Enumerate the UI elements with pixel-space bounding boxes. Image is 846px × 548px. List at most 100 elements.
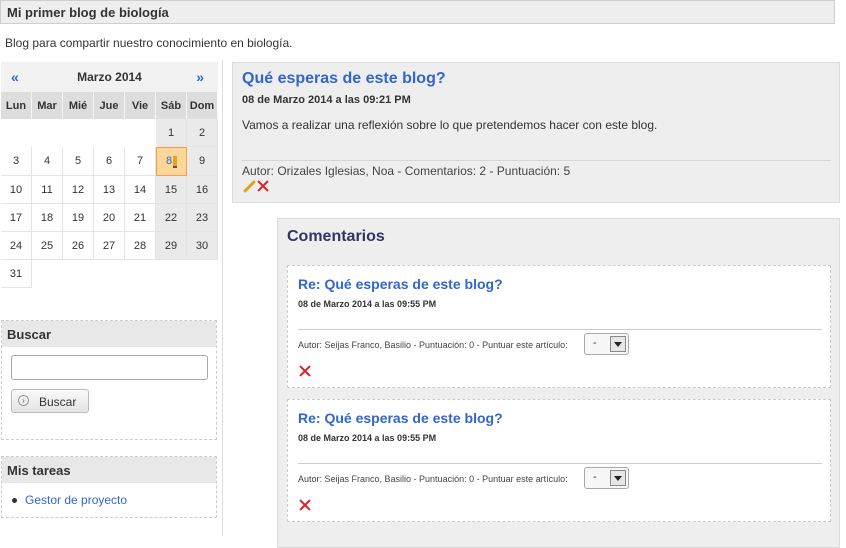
calendar-day[interactable]: 11 [32,176,63,204]
calendar-day[interactable]: 14 [125,176,156,204]
post-divider [242,160,831,161]
blog-title: Mi primer blog de biología [7,5,169,20]
post-title-link[interactable]: Qué esperas de este blog? [242,70,446,88]
comments-section: Comentarios Re: Qué esperas de este blog… [277,218,840,548]
tasks-box-title: Mis tareas [2,457,216,483]
delete-x-icon[interactable] [256,179,270,193]
calendar-day[interactable]: 12 [63,176,94,204]
calendar-day[interactable]: 18 [32,204,63,232]
comment-meta: Autor: Seijas Franco, Basilio - Puntuaci… [298,340,568,350]
calendar-month: Marzo 2014 [77,70,142,84]
calendar-empty-cell [63,260,94,288]
weekday-mon: Lun [1,92,32,119]
post-meta: Autor: Orizales Iglesias, Noa - Comentar… [242,164,571,178]
calendar-day[interactable]: 24 [1,232,32,260]
calendar-empty-cell [32,260,63,288]
search-box: Buscar › Buscar [1,320,217,440]
dropdown-arrow-icon [610,470,626,486]
comment-item: Re: Qué esperas de este blog? 08 de Marz… [287,265,831,388]
calendar-empty-cell [94,119,125,147]
calendar-day[interactable]: 16 [187,176,218,204]
calendar-next-button[interactable]: » [196,69,204,85]
calendar-day[interactable]: 31 [1,260,32,288]
search-input[interactable] [11,355,208,380]
edit-pencil-icon[interactable] [242,179,256,193]
calendar-header: « Marzo 2014 » [1,62,218,92]
weekday-wed: Mié [63,92,94,119]
rating-select[interactable]: - [584,333,629,355]
post-actions [242,179,270,196]
search-box-title: Buscar [2,321,216,347]
comment-title-link[interactable]: Re: Qué esperas de este blog? [298,276,503,292]
calendar-day[interactable]: 27 [94,232,125,260]
dropdown-arrow-icon [610,336,626,352]
calendar-day[interactable]: 22 [156,204,187,232]
rating-select[interactable]: - [584,467,629,489]
calendar-day[interactable]: 5 [63,147,94,176]
calendar-day[interactable]: 21 [125,204,156,232]
weekday-sat: Sáb [156,92,187,119]
comment-delete-action [298,498,312,515]
calendar-empty-cell [94,260,125,288]
post-body: Vamos a realizar una reflexión sobre lo … [242,118,658,132]
search-button[interactable]: › Buscar [11,389,89,413]
calendar-day[interactable]: 23 [187,204,218,232]
calendar-empty-cell [32,119,63,147]
rating-select-value: - [593,471,597,483]
calendar-day[interactable]: 6 [94,147,125,176]
calendar-day[interactable]: 10 [1,176,32,204]
calendar-day[interactable]: 4 [32,147,63,176]
weekday-thu: Jue [94,92,125,119]
calendar-empty-cell [1,119,32,147]
weekday-tue: Mar [32,92,63,119]
calendar-empty-cell [63,119,94,147]
calendar-day[interactable]: 19 [63,204,94,232]
comment-meta: Autor: Seijas Franco, Basilio - Puntuaci… [298,474,568,484]
task-link[interactable]: Gestor de proyecto [25,493,127,507]
comments-title: Comentarios [287,228,385,245]
calendar-empty-cell [125,260,156,288]
calendar-empty-cell [187,260,218,288]
weekday-fri: Vie [125,92,156,119]
calendar-day[interactable]: 30 [187,232,218,260]
calendar-day[interactable]: 9 [187,147,218,176]
calendar-day[interactable]: 25 [32,232,63,260]
comment-delete-action [298,364,312,381]
calendar-day[interactable]: 2 [187,119,218,147]
blog-title-bar: Mi primer blog de biología [0,0,835,24]
calendar-day[interactable]: 28 [125,232,156,260]
calendar-empty-cell [156,260,187,288]
weekday-sun: Dom [187,92,218,119]
comment-item: Re: Qué esperas de este blog? 08 de Marz… [287,399,831,522]
calendar-grid: Lun Mar Mié Jue Vie Sáb Dom 1 2 3 4 5 6 … [1,92,218,288]
calendar-day[interactable]: 20 [94,204,125,232]
calendar: « Marzo 2014 » Lun Mar Mié Jue Vie Sáb D… [1,62,218,288]
comment-date: 08 de Marzo 2014 a las 09:55 PM [298,299,437,309]
comment-date: 08 de Marzo 2014 a las 09:55 PM [298,433,437,443]
rating-select-value: - [593,337,597,349]
sidebar-divider [222,60,223,536]
tasks-box: Mis tareas Gestor de proyecto [1,456,217,518]
calendar-day[interactable]: 13 [94,176,125,204]
calendar-day[interactable]: 26 [63,232,94,260]
pencil-icon [173,155,178,168]
delete-x-icon[interactable] [298,364,312,378]
comment-title-link[interactable]: Re: Qué esperas de este blog? [298,410,503,426]
blog-post: Qué esperas de este blog? 08 de Marzo 20… [232,62,840,203]
comment-divider [298,329,822,330]
calendar-day[interactable]: 7 [125,147,156,176]
calendar-day[interactable]: 1 [156,119,187,147]
post-date: 08 de Marzo 2014 a las 09:21 PM [242,94,411,106]
search-button-label: Buscar [39,395,77,409]
bullet-icon [12,498,17,504]
calendar-day-today[interactable]: 8 [156,147,187,176]
chevron-right-icon: › [18,395,29,406]
calendar-day[interactable]: 17 [1,204,32,232]
delete-x-icon[interactable] [298,498,312,512]
today-day-number: 8 [165,155,173,168]
calendar-day[interactable]: 29 [156,232,187,260]
calendar-empty-cell [125,119,156,147]
calendar-day[interactable]: 3 [1,147,32,176]
calendar-day[interactable]: 15 [156,176,187,204]
task-list-item: Gestor de proyecto [12,493,127,507]
